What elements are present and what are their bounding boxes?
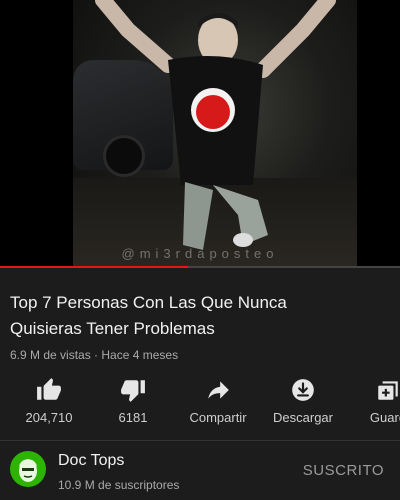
download-icon (263, 376, 343, 404)
dislike-button[interactable]: 6181 (93, 376, 173, 425)
avatar-face-icon (19, 459, 37, 482)
subscriber-count: 10.9 M de suscriptores (58, 478, 180, 492)
share-button[interactable]: Compartir (178, 376, 258, 425)
share-label: Compartir (189, 410, 247, 425)
thumbs-up-icon (9, 376, 89, 404)
share-icon (178, 376, 258, 404)
channel-name[interactable]: Doc Tops (58, 452, 124, 470)
action-row: 204,710 6181 Compartir Descargar Guard (0, 376, 400, 434)
video-title-line-2: Quisieras Tener Problemas (10, 319, 215, 338)
like-count: 204,710 (25, 410, 73, 425)
video-frame[interactable] (73, 0, 357, 268)
video-title-line-1: Top 7 Personas Con Las Que Nunca (10, 293, 287, 312)
video-meta: 6.9 M de vistas · Hace 4 meses (10, 348, 179, 362)
download-label: Descargar (273, 410, 333, 425)
dislike-count: 6181 (118, 410, 148, 425)
subscribed-button[interactable]: SUSCRITO (303, 462, 384, 479)
video-progress-fill (0, 266, 188, 268)
divider (0, 440, 400, 441)
channel-avatar[interactable] (10, 451, 46, 487)
like-button[interactable]: 204,710 (9, 376, 89, 425)
thumbs-down-icon (93, 376, 173, 404)
save-to-playlist-icon (348, 376, 400, 404)
video-progress-bar[interactable] (0, 266, 400, 268)
video-player[interactable]: @mi3rdaposteo (0, 0, 400, 268)
save-label: Guard (369, 410, 400, 425)
video-watermark: @mi3rdaposteo (121, 246, 279, 261)
video-title[interactable]: Top 7 Personas Con Las Que Nunca Quisier… (10, 290, 390, 342)
dancing-person (95, 0, 336, 250)
download-button[interactable]: Descargar (263, 376, 343, 425)
save-button[interactable]: Guard (348, 376, 400, 425)
